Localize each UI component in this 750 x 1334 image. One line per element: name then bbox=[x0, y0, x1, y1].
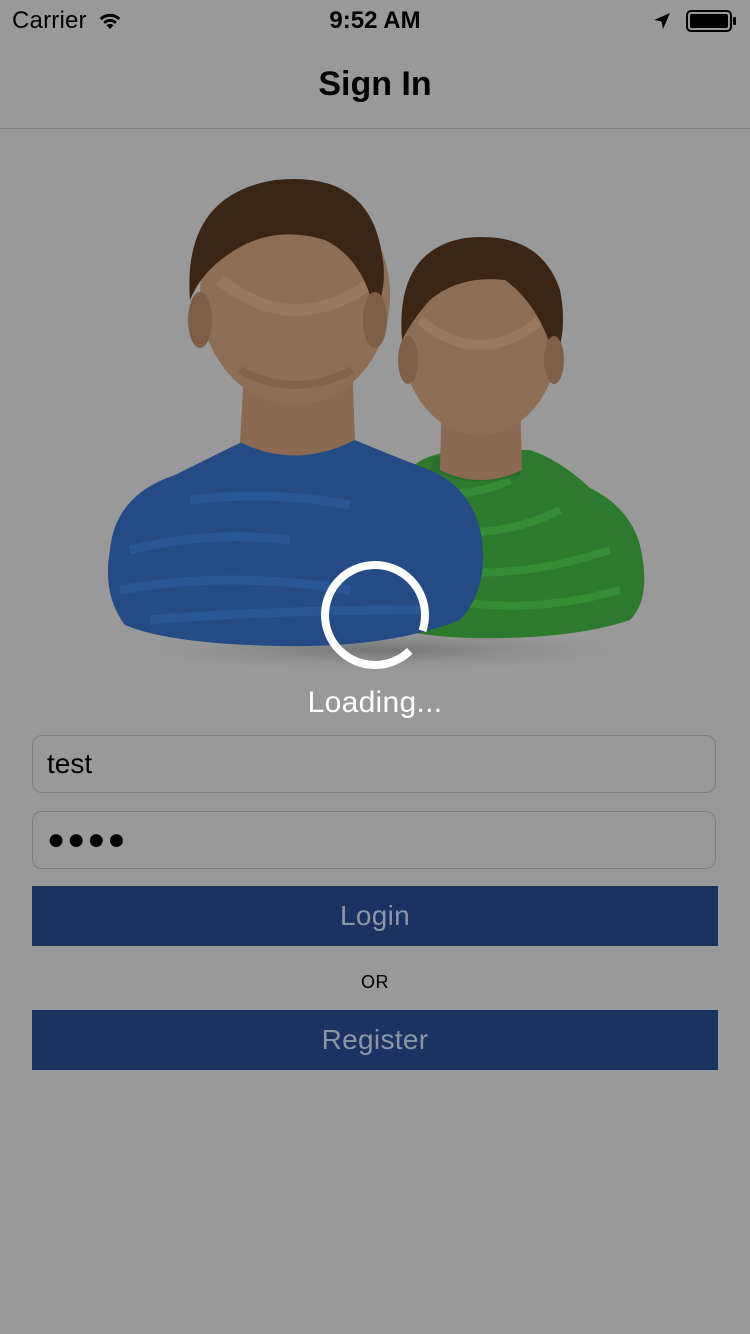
navigation-bar: Sign In bbox=[0, 40, 750, 129]
register-button-label: Register bbox=[321, 1024, 429, 1055]
spinner-icon bbox=[318, 558, 432, 672]
username-value: test bbox=[47, 748, 93, 779]
or-separator: OR bbox=[361, 972, 389, 992]
login-button[interactable]: Login bbox=[32, 886, 718, 946]
location-arrow-icon bbox=[652, 11, 672, 31]
page-title: Sign In bbox=[318, 65, 432, 103]
password-field[interactable]: ●●●● bbox=[32, 811, 716, 869]
battery-icon bbox=[686, 10, 738, 32]
password-value: ●●●● bbox=[47, 823, 128, 856]
status-time: 9:52 AM bbox=[329, 7, 421, 34]
status-right bbox=[652, 8, 738, 34]
username-field[interactable]: test bbox=[32, 735, 716, 793]
loading-label: Loading... bbox=[307, 686, 443, 719]
status-bar: Carrier 9:52 AM bbox=[0, 0, 750, 40]
login-button-label: Login bbox=[339, 900, 410, 931]
register-button[interactable]: Register bbox=[32, 1010, 718, 1070]
